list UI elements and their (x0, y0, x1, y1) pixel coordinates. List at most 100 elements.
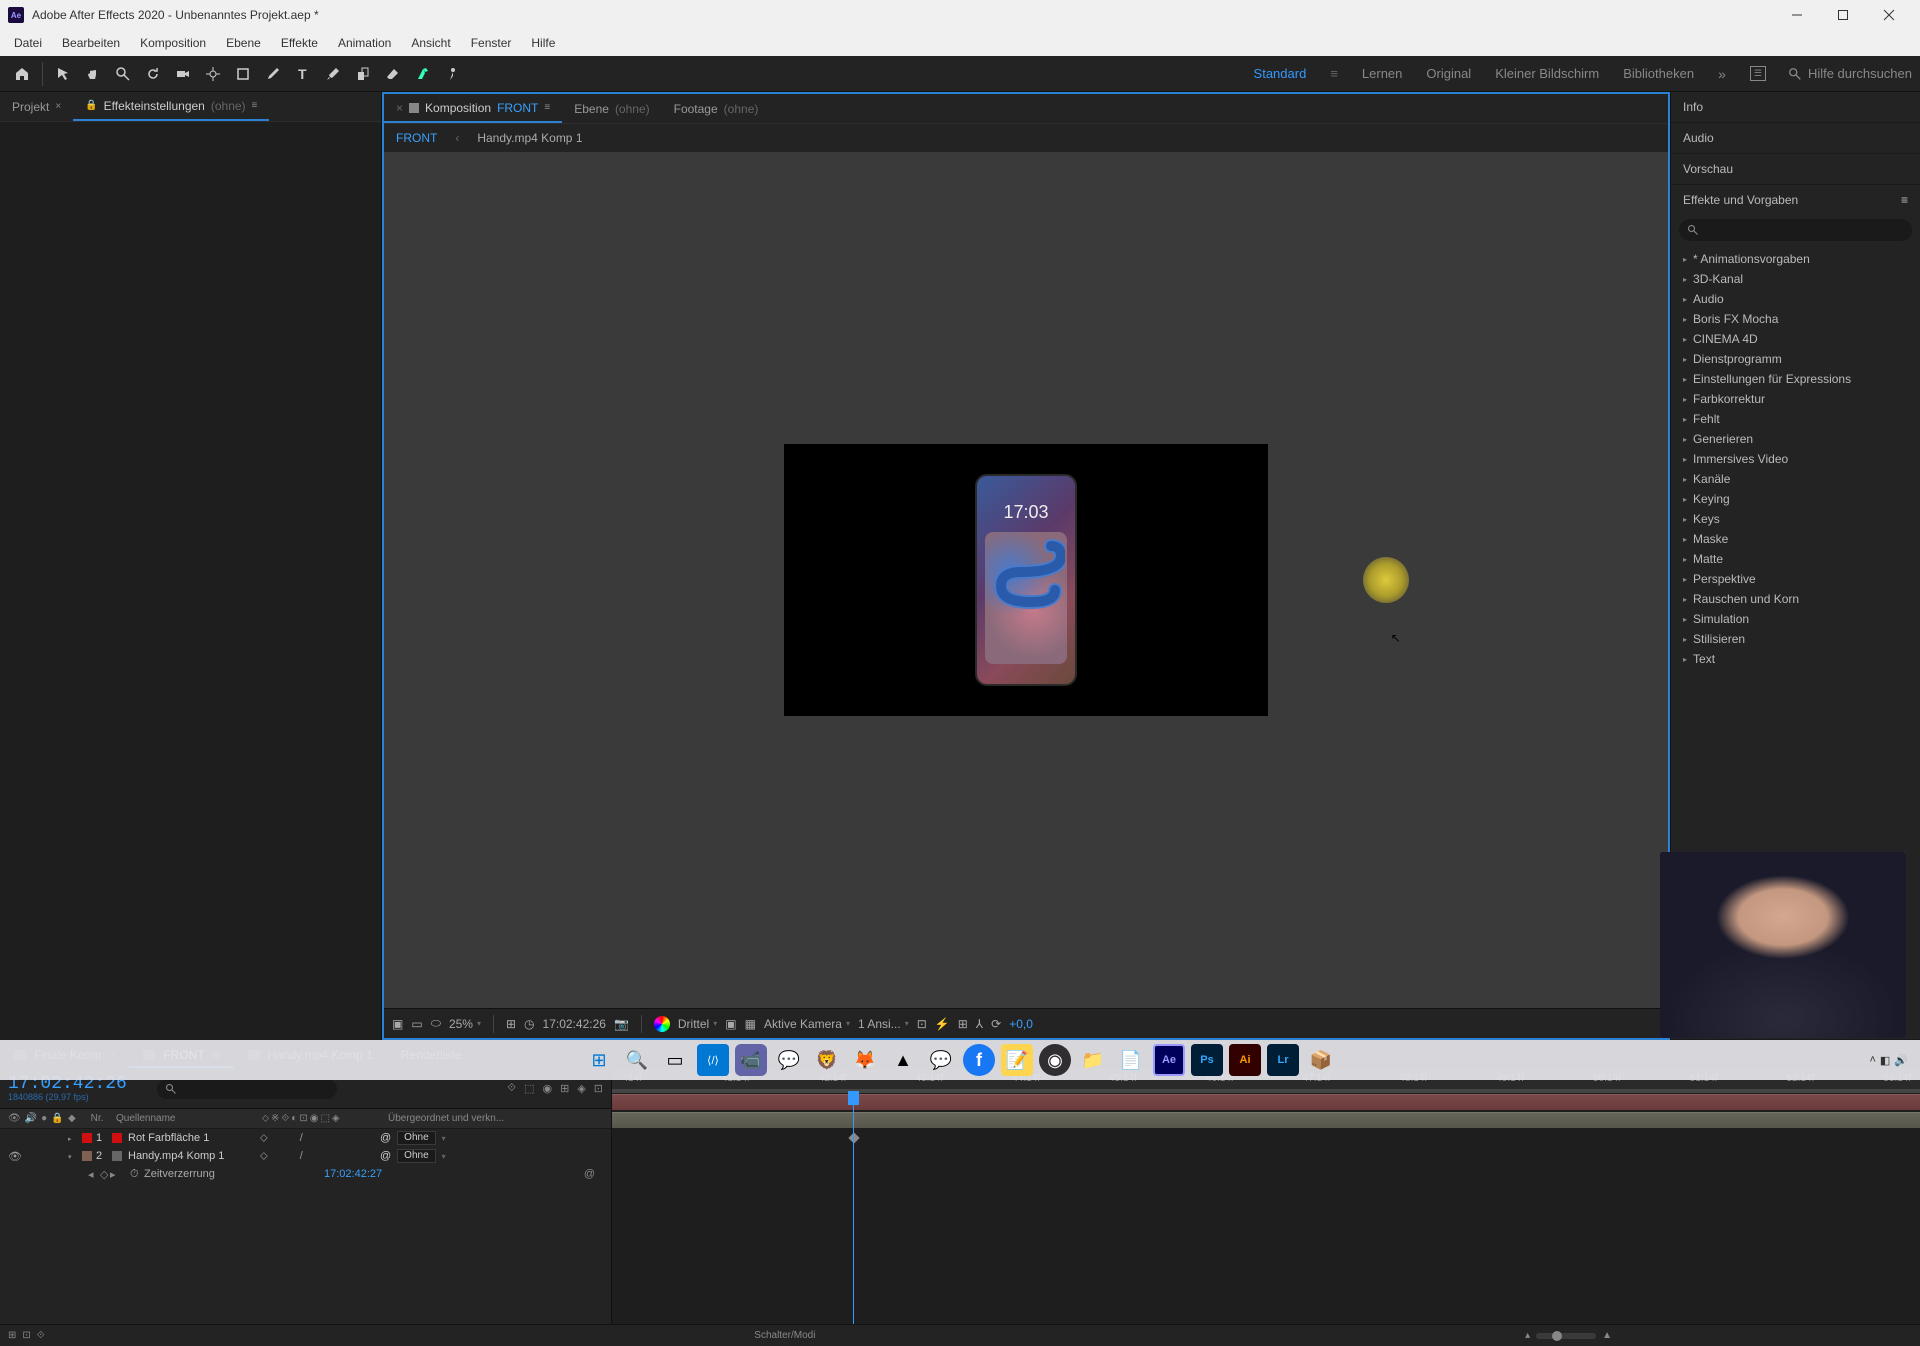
minimize-button[interactable] (1774, 0, 1820, 30)
snapshot-icon[interactable]: 📷 (614, 1017, 629, 1031)
taskbar-whatsapp[interactable]: 💬 (773, 1044, 805, 1076)
taskbar-artstation[interactable]: ▲ (887, 1044, 919, 1076)
effect-category[interactable]: ▸Maske (1671, 529, 1920, 549)
keyframe-nav-next[interactable]: ▸ (110, 1168, 122, 1181)
effect-category[interactable]: ▸Matte (1671, 549, 1920, 569)
workspace-standard[interactable]: Standard (1254, 66, 1307, 81)
motion-blur-icon[interactable]: ◉ (542, 1082, 552, 1095)
workspace-bibliotheken[interactable]: Bibliotheken (1623, 66, 1694, 81)
zoom-in-icon[interactable]: ▲ (1602, 1330, 1612, 1341)
effect-category[interactable]: ▸Boris FX Mocha (1671, 309, 1920, 329)
tab-menu-icon[interactable]: ≡ (252, 100, 258, 111)
anchor-tool[interactable] (199, 60, 227, 88)
playhead[interactable] (853, 1093, 854, 1324)
name-column[interactable]: Quellenname (112, 1113, 262, 1124)
taskbar-facebook[interactable]: f (963, 1044, 995, 1076)
workspace-kleiner[interactable]: Kleiner Bildschirm (1495, 66, 1599, 81)
timeline-icon[interactable]: ⊞ (958, 1017, 968, 1031)
rotate-tool[interactable] (139, 60, 167, 88)
effects-search[interactable] (1679, 219, 1912, 241)
transparency-grid-icon[interactable]: ▦ (745, 1017, 756, 1031)
menu-fenster[interactable]: Fenster (461, 32, 522, 54)
taskbar-teams[interactable]: 📹 (735, 1044, 767, 1076)
workspace-original[interactable]: Original (1426, 66, 1471, 81)
menu-effekte[interactable]: Effekte (271, 32, 328, 54)
taskbar-search[interactable]: 🔍 (621, 1044, 653, 1076)
composition-viewer[interactable]: 17:03 ↖ (384, 152, 1668, 1008)
color-management-icon[interactable] (654, 1016, 670, 1032)
property-value[interactable]: 17:02:42:27 (324, 1168, 382, 1180)
workspace-panel-icon[interactable]: ☰ (1750, 66, 1766, 81)
camera-tool[interactable] (169, 60, 197, 88)
menu-komposition[interactable]: Komposition (130, 32, 216, 54)
effect-category[interactable]: ▸Rauschen und Korn (1671, 589, 1920, 609)
effect-category[interactable]: ▸Simulation (1671, 609, 1920, 629)
layer-switches-icon[interactable]: ⊡ (594, 1082, 603, 1095)
preview-panel-tab[interactable]: Vorschau (1671, 154, 1920, 184)
project-tab[interactable]: Projekt × (0, 94, 73, 120)
effect-category[interactable]: ▸Immersives Video (1671, 449, 1920, 469)
maximize-button[interactable] (1820, 0, 1866, 30)
resolution-icon[interactable]: ⊞ (506, 1017, 516, 1031)
breadcrumb-other[interactable]: Handy.mp4 Komp 1 (477, 131, 582, 145)
timeline-track-panel[interactable]: :14f41:14f42:14f43:14f44:14f45:14f46:14f… (612, 1069, 1920, 1324)
lock-column-icon[interactable]: 🔒 (51, 1113, 63, 1124)
eraser-tool[interactable] (379, 60, 407, 88)
twirl-icon[interactable]: ▸ (68, 1136, 72, 1143)
brush-tool[interactable] (319, 60, 347, 88)
keyframe-marker[interactable] (848, 1132, 859, 1143)
effect-category[interactable]: ▸Stilisieren (1671, 629, 1920, 649)
expression-pickwhip-icon[interactable]: @ (584, 1168, 595, 1180)
taskbar-lightroom[interactable]: Lr (1267, 1044, 1299, 1076)
rotobrush-tool[interactable] (409, 60, 437, 88)
toggle-modes-icon[interactable]: ⊡ (22, 1330, 30, 1341)
stopwatch-icon[interactable]: ⏱ (130, 1168, 144, 1181)
keyframe-nav-prev[interactable]: ◂ (88, 1168, 100, 1181)
toggle-switches-icon[interactable]: ⊞ (8, 1330, 16, 1341)
track-bar-1[interactable] (612, 1094, 1920, 1110)
taskbar-vscode[interactable]: ⟨/⟩ (697, 1044, 729, 1076)
fast-preview-icon[interactable]: ⚡ (935, 1017, 950, 1031)
effect-category[interactable]: ▸Text (1671, 649, 1920, 669)
chevron-left-icon[interactable]: ‹ (455, 131, 459, 145)
audio-panel-tab[interactable]: Audio (1671, 123, 1920, 153)
panel-menu-icon[interactable]: ≡ (1901, 193, 1908, 207)
effect-category[interactable]: ▸Farbkorrektur (1671, 389, 1920, 409)
pickwhip-icon[interactable]: @ (380, 1132, 391, 1144)
text-tool[interactable]: T (289, 60, 317, 88)
clock-icon[interactable]: ◷ (524, 1017, 534, 1031)
channel-toggle[interactable]: ▭ (411, 1017, 422, 1031)
flowchart-icon[interactable]: ⅄ (976, 1017, 983, 1031)
views-dropdown[interactable]: 1 Ansi... ▾ (858, 1017, 909, 1031)
effect-category[interactable]: ▸Kanäle (1671, 469, 1920, 489)
pickwhip-icon[interactable]: @ (380, 1150, 391, 1162)
zoom-dropdown[interactable]: 25% ▾ (449, 1017, 481, 1031)
parent-dropdown-1[interactable]: Ohne (397, 1131, 435, 1145)
close-button[interactable] (1866, 0, 1912, 30)
clone-tool[interactable] (349, 60, 377, 88)
taskbar-notes[interactable]: 📝 (1001, 1044, 1033, 1076)
taskbar-explorer[interactable]: 📁 (1077, 1044, 1109, 1076)
effects-panel-tab[interactable]: Effekte und Vorgaben ≡ (1671, 185, 1920, 215)
mask-toggle[interactable]: ⬭ (431, 1016, 441, 1031)
taskbar-aftereffects[interactable]: Ae (1153, 1044, 1185, 1076)
switches-modes-toggle[interactable]: Schalter/Modi (45, 1330, 1525, 1341)
effect-category[interactable]: ▸Keying (1671, 489, 1920, 509)
workspace-overflow-icon[interactable]: » (1718, 66, 1726, 82)
home-tool[interactable] (8, 60, 36, 88)
video-toggle[interactable]: 👁 (8, 1150, 22, 1163)
taskbar-illustrator[interactable]: Ai (1229, 1044, 1261, 1076)
exposure-value[interactable]: +0,0 (1009, 1017, 1033, 1031)
taskbar-notepad[interactable]: 📄 (1115, 1044, 1147, 1076)
taskbar-windows[interactable]: ⊞ (583, 1044, 615, 1076)
pen-tool[interactable] (259, 60, 287, 88)
roi-icon[interactable]: ▣ (725, 1017, 736, 1031)
lock-icon[interactable]: 🔒 (85, 100, 97, 111)
pixel-aspect-icon[interactable]: ⊡ (917, 1017, 927, 1031)
zoom-tool[interactable] (109, 60, 137, 88)
effect-category[interactable]: ▸Audio (1671, 289, 1920, 309)
alpha-toggle[interactable]: ▣ (392, 1017, 403, 1031)
breadcrumb-current[interactable]: FRONT (396, 131, 437, 145)
effect-category[interactable]: ▸Generieren (1671, 429, 1920, 449)
workspace-menu-icon[interactable]: ≡ (1330, 66, 1338, 81)
